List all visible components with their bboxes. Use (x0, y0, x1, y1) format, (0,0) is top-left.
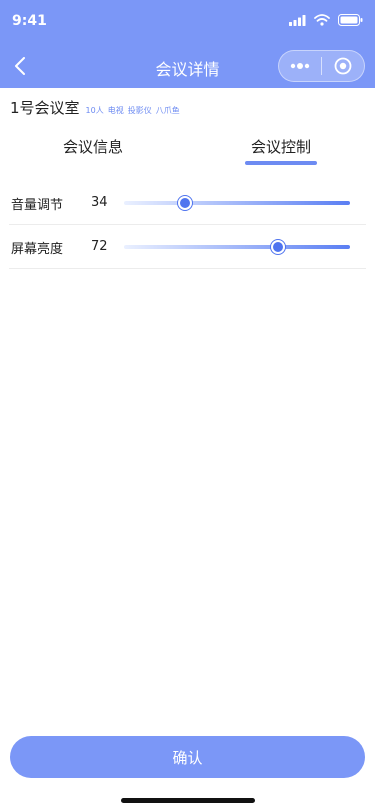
room-tag: 10人 (85, 106, 104, 115)
status-time: 9:41 (12, 13, 47, 29)
room-tag: 投影仪 (127, 106, 152, 115)
status-bar: 9:41 (0, 0, 375, 44)
brightness-label: 屏幕亮度 (11, 242, 64, 257)
battery-icon (338, 14, 363, 26)
status-icons (289, 14, 363, 26)
volume-value: 34 (91, 195, 108, 210)
nav-bar: 会议详情 (0, 44, 375, 88)
slider-thumb[interactable] (270, 240, 285, 254)
room-tag: 电视 (107, 106, 124, 115)
mini-program-capsule (278, 50, 365, 82)
slider-thumb[interactable] (178, 196, 193, 210)
tab-meeting-info[interactable]: 会议信息 (33, 136, 153, 157)
room-name: 1号会议室 (10, 99, 80, 117)
volume-label: 音量调节 (11, 198, 64, 213)
close-button[interactable] (322, 51, 364, 81)
room-tag: 八爪鱼 (155, 106, 180, 115)
close-target-icon (334, 57, 352, 75)
volume-row: 音量调节 34 (9, 181, 366, 225)
room-heading: 1号会议室 10人 电视 投影仪 八爪鱼 (10, 97, 180, 118)
active-tab-indicator (245, 161, 317, 165)
more-dots-icon (290, 63, 310, 69)
wifi-icon (314, 14, 330, 26)
volume-slider[interactable] (124, 192, 350, 214)
confirm-button[interactable]: 确认 (10, 736, 365, 778)
tab-bar: 会议信息 会议控制 (0, 132, 375, 168)
home-indicator (121, 798, 255, 803)
slider-track (124, 245, 350, 249)
header: 9:41 会议详情 (0, 0, 375, 88)
brightness-slider[interactable] (124, 236, 350, 258)
brightness-value: 72 (91, 239, 108, 254)
brightness-row: 屏幕亮度 72 (9, 225, 366, 269)
more-button[interactable] (279, 51, 321, 81)
room-tags: 10人 电视 投影仪 八爪鱼 (86, 105, 180, 116)
signal-icon (289, 14, 306, 26)
slider-track (124, 201, 350, 205)
tab-meeting-control[interactable]: 会议控制 (221, 136, 341, 157)
